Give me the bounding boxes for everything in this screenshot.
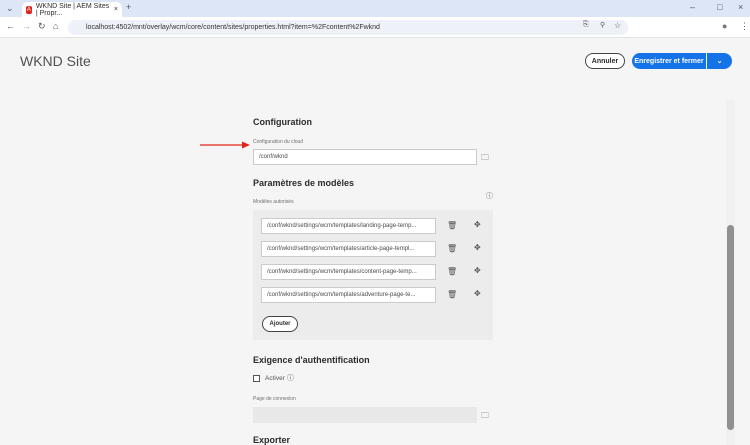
back-icon[interactable]: ← — [6, 21, 15, 31]
zoom-icon[interactable]: ⚲ — [600, 21, 605, 29]
forward-icon[interactable]: → — [22, 21, 31, 31]
scrollbar-thumb[interactable] — [727, 225, 734, 430]
close-window-icon[interactable]: × — [738, 2, 743, 12]
close-tab-icon[interactable]: × — [114, 6, 118, 13]
trash-icon[interactable]: 🗑 — [447, 221, 457, 230]
auth-heading: Exigence d'authentification — [253, 355, 370, 365]
allowed-templates-label: Modèles autorisés — [253, 199, 294, 205]
cloud-config-label: Configuration du cloud — [253, 139, 304, 145]
drag-handle-icon[interactable]: ✥ — [474, 266, 481, 275]
trash-icon[interactable]: 🗑 — [447, 244, 457, 253]
browser-tab[interactable]: A WKND Site | AEM Sites | Propr... × — [22, 2, 122, 17]
folder-icon[interactable]: 🗀 — [481, 410, 489, 424]
chevron-down-icon: ⌄ — [716, 58, 723, 65]
minimize-icon[interactable]: – — [690, 2, 695, 12]
login-page-label: Page de connexion — [253, 396, 296, 402]
drag-handle-icon[interactable]: ✥ — [474, 243, 481, 252]
maximize-icon[interactable]: □ — [717, 2, 722, 12]
template-input[interactable]: /conf/wknd/settings/wcm/templates/conten… — [261, 264, 436, 280]
tab-search-icon[interactable]: ⌄ — [6, 3, 14, 14]
tab-title: WKND Site | AEM Sites | Propr... — [35, 2, 110, 17]
folder-icon[interactable]: 🗀 — [481, 152, 489, 166]
login-page-input[interactable] — [253, 407, 477, 423]
enable-checkbox[interactable] — [253, 375, 260, 382]
home-icon[interactable]: ⌂ — [53, 21, 58, 31]
url-input[interactable]: localhost:4502/mnt/overlay/wcm/core/cont… — [68, 20, 628, 35]
export-heading: Exporter — [253, 435, 291, 445]
cancel-button[interactable]: Annuler — [585, 53, 625, 69]
address-bar-row: ← → ↻ ⌂ localhost:4502/mnt/overlay/wcm/c… — [0, 17, 750, 38]
red-arrow-annotation — [200, 141, 250, 149]
new-tab-icon[interactable]: + — [126, 2, 131, 12]
save-dropdown-button[interactable]: ⌄ — [707, 53, 732, 69]
trash-icon[interactable]: 🗑 — [447, 290, 457, 299]
configuration-heading: Configuration — [253, 117, 312, 127]
info-icon[interactable]: ⓘ — [287, 373, 294, 383]
info-icon[interactable]: ⓘ — [486, 191, 493, 201]
menu-icon[interactable]: ⋮ — [740, 21, 749, 32]
template-input[interactable]: /conf/wknd/settings/wcm/templates/landin… — [261, 218, 436, 234]
templates-heading: Paramètres de modèles — [253, 178, 355, 188]
profile-icon[interactable]: ● — [722, 21, 727, 31]
cloud-config-input[interactable]: /conf/wknd — [253, 149, 477, 165]
translate-icon[interactable]: ⎘ — [583, 21, 589, 29]
reload-icon[interactable]: ↻ — [38, 21, 46, 32]
drag-handle-icon[interactable]: ✥ — [474, 289, 481, 298]
drag-handle-icon[interactable]: ✥ — [474, 220, 481, 229]
page-title: WKND Site — [20, 53, 91, 69]
save-close-button[interactable]: Enregistrer et fermer — [632, 53, 706, 69]
template-input[interactable]: /conf/wknd/settings/wcm/templates/articl… — [261, 241, 436, 257]
trash-icon[interactable]: 🗑 — [447, 267, 457, 276]
bookmark-star-icon[interactable]: ☆ — [614, 21, 621, 30]
add-template-button[interactable]: Ajouter — [262, 316, 298, 332]
template-input[interactable]: /conf/wknd/settings/wcm/templates/advent… — [261, 287, 436, 303]
tab-bar: ⌄ A WKND Site | AEM Sites | Propr... × +… — [0, 0, 750, 17]
adobe-icon: A — [26, 5, 32, 14]
enable-label: Activer — [265, 375, 285, 382]
